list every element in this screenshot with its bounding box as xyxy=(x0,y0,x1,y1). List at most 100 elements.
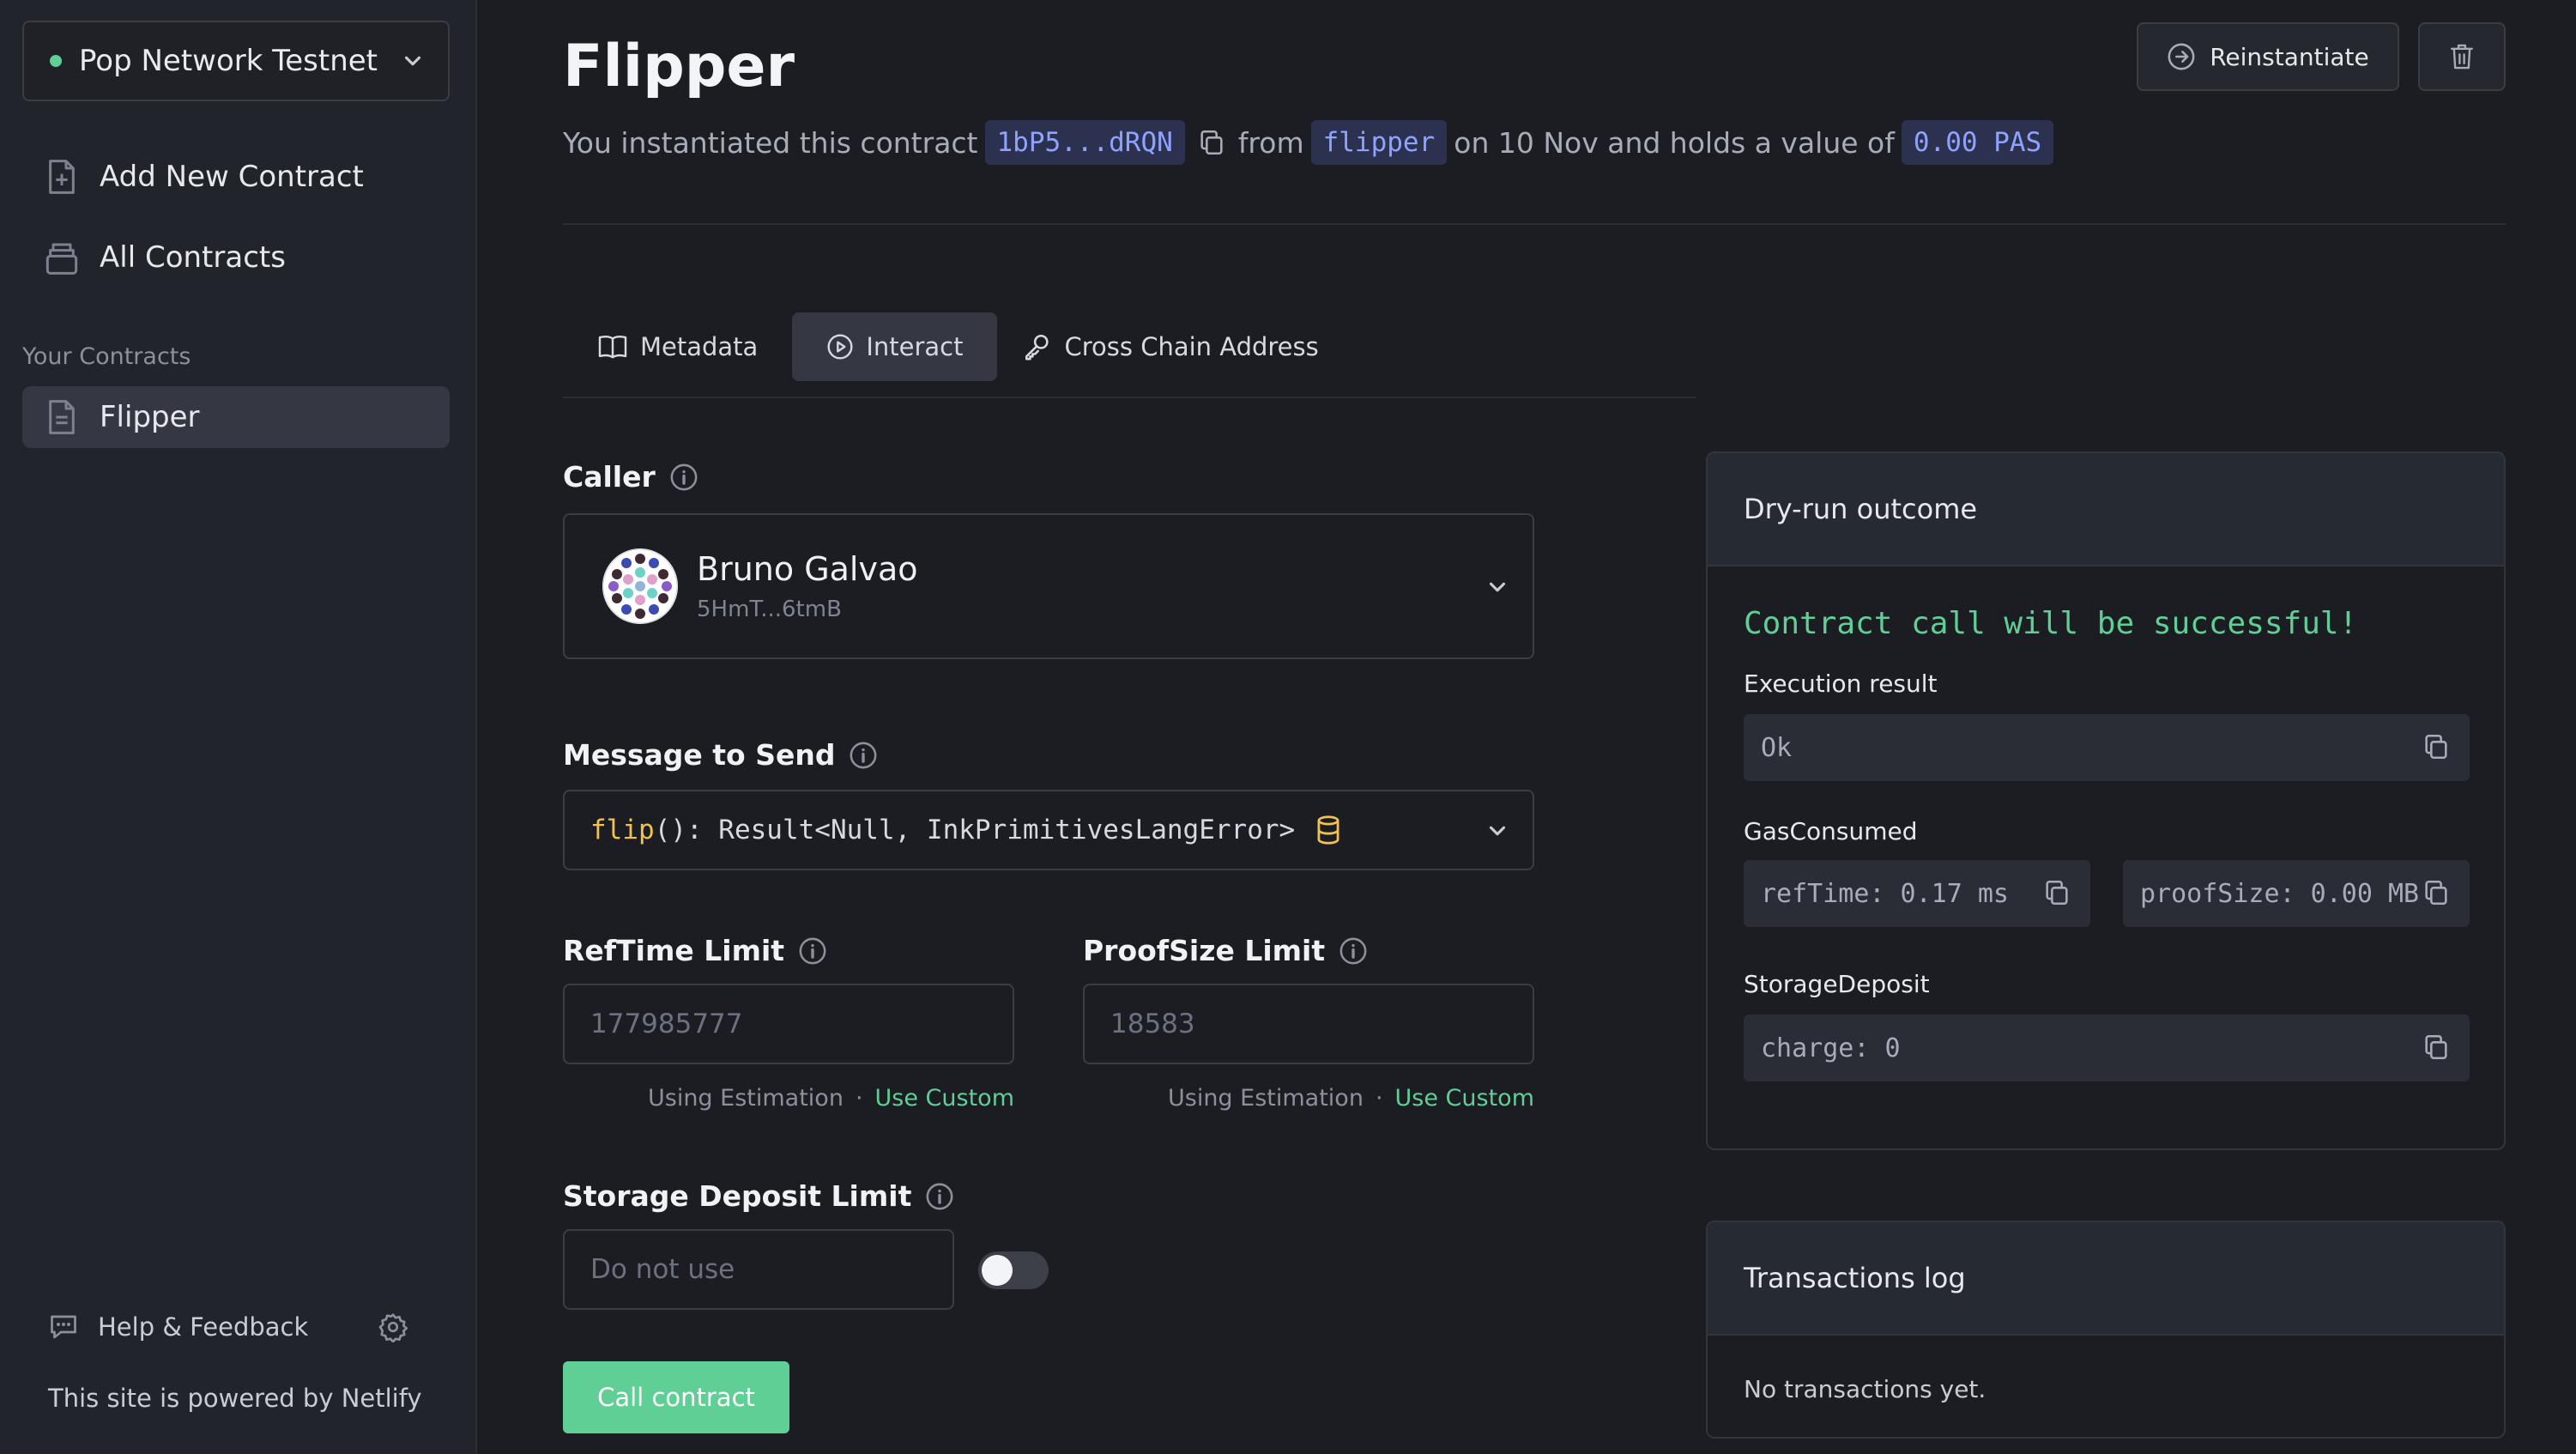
code-hash-chip: flipper xyxy=(1310,120,1448,165)
caller-label: Caller xyxy=(563,460,656,494)
info-icon[interactable] xyxy=(925,1182,954,1211)
contract-summary: You instantiated this contract 1bP5...dR… xyxy=(563,120,2060,165)
message-signature: (): Result<Null, InkPrimitivesLangError> xyxy=(654,815,1296,845)
contract-address-chip: 1bP5...dRQN xyxy=(984,120,1185,165)
help-feedback-row: Help & Feedback xyxy=(48,1312,408,1342)
network-name: Pop Network Testnet xyxy=(79,44,378,78)
dry-run-status: Contract call will be successful! xyxy=(1744,606,2358,641)
dry-run-panel: Dry-run outcome Contract call will be su… xyxy=(1706,451,2506,1150)
database-coin-icon xyxy=(1314,815,1343,845)
powered-by-text: This site is powered by Netlify xyxy=(48,1384,422,1413)
sidebar-item-label: Add New Contract xyxy=(100,160,364,194)
play-circle-icon xyxy=(826,333,866,360)
chevron-down-icon xyxy=(1485,818,1510,844)
file-plus-icon xyxy=(45,158,79,196)
key-icon xyxy=(1023,332,1064,361)
storage-deposit-result-label: StorageDeposit xyxy=(1744,970,1930,998)
delete-button[interactable] xyxy=(2418,22,2506,91)
info-icon[interactable] xyxy=(1339,936,1368,966)
reftime-limit-input[interactable]: 177985777 xyxy=(563,984,1014,1064)
balance-chip: 0.00 PAS xyxy=(1901,120,2054,165)
storage-deposit-field: charge: 0 xyxy=(1744,1015,2470,1081)
message-select[interactable]: flip (): Result<Null, InkPrimitivesLangE… xyxy=(563,790,1534,870)
reftime-value: refTime: 0.17 ms xyxy=(1761,878,2009,909)
tab-cross-chain-address[interactable]: Cross Chain Address xyxy=(997,312,1352,381)
chat-icon xyxy=(48,1312,79,1342)
storage-deposit-value: charge: 0 xyxy=(1761,1033,1901,1063)
caller-select[interactable]: Bruno Galvao 5HmT...6tmB xyxy=(563,513,1534,659)
summary-prefix: You instantiated this contract xyxy=(563,125,978,160)
dry-run-title: Dry-run outcome xyxy=(1708,453,2504,566)
tab-label: Cross Chain Address xyxy=(1064,332,1319,361)
execution-result-field: Ok xyxy=(1744,714,2470,781)
call-contract-button[interactable]: Call contract xyxy=(563,1361,789,1433)
caller-name: Bruno Galvao xyxy=(697,550,918,588)
use-custom-proofsize-link[interactable]: Use Custom xyxy=(1395,1085,1534,1112)
separator-dot: · xyxy=(855,1085,863,1112)
tabs-divider xyxy=(563,397,1696,398)
transactions-log-panel: Transactions log No transactions yet. xyxy=(1706,1221,2506,1439)
proofsize-limit-input[interactable]: 18583 xyxy=(1083,984,1534,1064)
help-feedback-link[interactable]: Help & Feedback xyxy=(98,1312,378,1342)
sidebar-item-add-new-contract[interactable]: Add New Contract xyxy=(22,146,450,208)
transactions-empty-text: No transactions yet. xyxy=(1744,1375,1986,1403)
toggle-knob xyxy=(982,1255,1013,1286)
using-estimation-text: Using Estimation xyxy=(647,1085,844,1112)
chevron-down-icon xyxy=(1485,574,1510,600)
proofsize-field: proofSize: 0.00 MB xyxy=(2123,860,2470,927)
storage-deposit-label: Storage Deposit Limit xyxy=(563,1179,912,1213)
using-estimation-text: Using Estimation xyxy=(1167,1085,1364,1112)
use-custom-reftime-link[interactable]: Use Custom xyxy=(875,1085,1014,1112)
info-icon[interactable] xyxy=(669,463,698,492)
execution-result-label: Execution result xyxy=(1744,669,1938,698)
execution-result-value: Ok xyxy=(1761,732,1793,763)
summary-date-text: on 10 Nov and holds a value of xyxy=(1454,125,1895,160)
message-function-name: flip xyxy=(590,815,655,845)
tab-label: Interact xyxy=(866,332,964,361)
proofsize-value: proofSize: 0.00 MB xyxy=(2140,878,2420,909)
reftime-estimation-row: Using Estimation · Use Custom xyxy=(563,1085,1014,1112)
message-label-row: Message to Send xyxy=(563,738,878,772)
stack-icon xyxy=(45,239,79,276)
settings-gear-icon[interactable] xyxy=(378,1312,408,1342)
avatar xyxy=(602,548,678,624)
copy-icon[interactable] xyxy=(2042,878,2071,907)
reinstantiate-label: Reinstantiate xyxy=(2210,42,2369,71)
gas-consumed-label: GasConsumed xyxy=(1744,817,1918,845)
copy-icon[interactable] xyxy=(2422,1033,2451,1062)
chevron-down-icon xyxy=(400,48,426,74)
info-icon[interactable] xyxy=(849,741,878,770)
caller-label-row: Caller xyxy=(563,460,698,494)
copy-icon[interactable] xyxy=(2422,878,2451,907)
storage-deposit-input[interactable]: Do not use xyxy=(563,1229,954,1310)
proofsize-label-row: ProofSize Limit xyxy=(1083,934,1368,967)
network-status-dot xyxy=(50,55,62,67)
reinstantiate-button[interactable]: Reinstantiate xyxy=(2137,22,2399,91)
reftime-label: RefTime Limit xyxy=(563,934,785,967)
sidebar: Pop Network Testnet Add New Contract All… xyxy=(0,0,477,1454)
copy-icon[interactable] xyxy=(1197,128,1226,157)
proofsize-label: ProofSize Limit xyxy=(1083,934,1326,967)
reftime-field: refTime: 0.17 ms xyxy=(1744,860,2090,927)
header-divider xyxy=(563,223,2506,225)
your-contracts-heading: Your Contracts xyxy=(22,343,191,370)
separator-dot: · xyxy=(1375,1085,1383,1112)
caller-info: Bruno Galvao 5HmT...6tmB xyxy=(697,550,918,622)
info-icon[interactable] xyxy=(798,936,827,966)
summary-from: from xyxy=(1237,125,1304,160)
sidebar-item-flipper[interactable]: Flipper xyxy=(22,386,450,448)
sidebar-item-label: Flipper xyxy=(100,400,200,434)
sidebar-item-all-contracts[interactable]: All Contracts xyxy=(22,227,450,288)
message-label: Message to Send xyxy=(563,738,836,772)
reftime-label-row: RefTime Limit xyxy=(563,934,827,967)
tab-label: Metadata xyxy=(640,332,759,361)
tab-interact[interactable]: Interact xyxy=(792,312,998,381)
storage-deposit-toggle[interactable] xyxy=(978,1251,1049,1289)
network-selector[interactable]: Pop Network Testnet xyxy=(22,21,450,101)
page-title: Flipper xyxy=(563,33,795,100)
book-icon xyxy=(597,334,640,360)
sidebar-item-label: All Contracts xyxy=(100,240,286,275)
caller-address: 5HmT...6tmB xyxy=(697,597,842,622)
copy-icon[interactable] xyxy=(2422,732,2451,761)
tab-metadata[interactable]: Metadata xyxy=(563,312,792,381)
